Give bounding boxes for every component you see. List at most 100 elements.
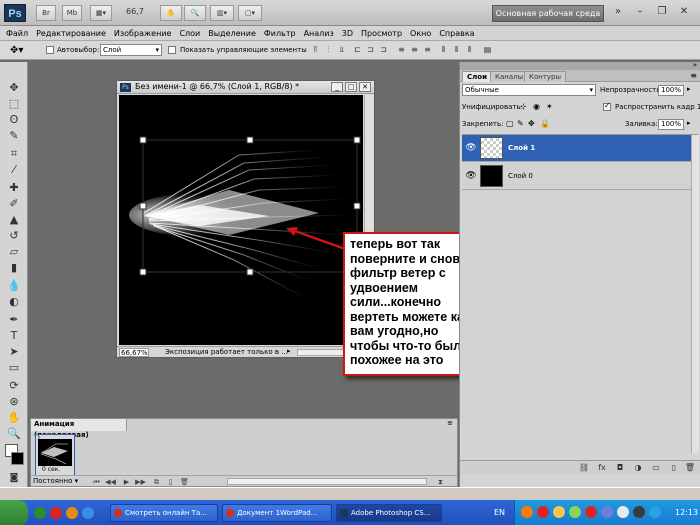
eye-icon[interactable]: 👁 <box>465 143 477 153</box>
dodge-tool-icon[interactable]: ◐ <box>5 294 23 310</box>
zoom-tool-icon[interactable]: 🔍 <box>5 426 23 442</box>
blur-tool-icon[interactable]: 💧 <box>5 278 23 294</box>
menu-view[interactable]: Просмотр <box>361 29 402 38</box>
firefox-icon[interactable] <box>66 507 78 519</box>
mini-bridge-button[interactable]: Mb <box>62 5 82 21</box>
tab-channels[interactable]: Каналы <box>490 71 529 82</box>
layer-row-0[interactable]: 👁 Слой 0 <box>462 163 697 190</box>
tray-icon[interactable] <box>553 506 565 518</box>
clone-stamp-tool-icon[interactable]: ▲ <box>5 212 23 228</box>
distribute-top-icon[interactable]: ≡ <box>396 45 407 55</box>
menu-analysis[interactable]: Анализ <box>304 29 334 38</box>
convert-timeline-icon[interactable]: ⧗ <box>435 477 446 487</box>
eraser-tool-icon[interactable]: ▱ <box>5 244 23 260</box>
layer-row-1[interactable]: 👁 Слой 1 <box>462 135 697 162</box>
layer-style-icon[interactable]: fx <box>596 463 608 473</box>
tray-icon[interactable] <box>601 506 613 518</box>
taskbar-task-video[interactable]: Смотреть онлайн Та... <box>110 504 218 522</box>
tab-layers[interactable]: Слои <box>462 71 492 82</box>
hand-tool-button[interactable]: ✋ <box>160 5 182 21</box>
animation-frame-1[interactable]: 1 0 сек. <box>35 434 75 476</box>
menu-window[interactable]: Окно <box>410 29 431 38</box>
language-indicator[interactable]: EN <box>494 508 505 517</box>
browser-icon[interactable] <box>82 507 94 519</box>
distribute-left-icon[interactable]: ⦀ <box>438 45 449 55</box>
arrow-left-icon[interactable]: » <box>610 4 626 20</box>
align-top-icon[interactable]: ⫪ <box>310 45 321 55</box>
menu-filter[interactable]: Фильтр <box>264 29 296 38</box>
shape-tool-icon[interactable]: ▭ <box>5 360 23 376</box>
panel-menu-icon[interactable]: ≡ <box>447 419 453 427</box>
align-vcenter-icon[interactable]: ⫶ <box>323 45 334 55</box>
loop-select[interactable]: Постоянно ▾ <box>33 477 78 485</box>
new-layer-icon[interactable]: ▯ <box>668 463 680 473</box>
close-icon[interactable]: ✕ <box>676 4 692 20</box>
3d-rotate-tool-icon[interactable]: ⟳ <box>5 378 23 394</box>
eye-icon[interactable]: 👁 <box>465 171 477 181</box>
background-color-swatch[interactable] <box>11 452 24 465</box>
history-brush-tool-icon[interactable]: ↺ <box>5 228 23 244</box>
taskbar-task-wordpad[interactable]: Документ 1WordPad... <box>222 504 332 522</box>
collapse-panel-icon[interactable]: » <box>693 61 697 69</box>
arrange-documents-button[interactable]: ▥▾ <box>210 5 234 21</box>
first-frame-icon[interactable]: ⏮ <box>91 477 102 487</box>
zoom-tool-button[interactable]: 🔍 <box>184 5 206 21</box>
quicklaunch-icon[interactable] <box>34 507 46 519</box>
tray-icon[interactable] <box>617 506 629 518</box>
menu-edit[interactable]: Редактирование <box>36 29 106 38</box>
distribute-vcenter-icon[interactable]: ≡ <box>409 45 420 55</box>
align-right-icon[interactable]: ⊐ <box>378 45 389 55</box>
autoselect-target-select[interactable]: Слой ▾ <box>100 44 162 56</box>
bridge-button[interactable]: Br <box>36 5 56 21</box>
tray-icon[interactable] <box>521 506 533 518</box>
marquee-tool-icon[interactable]: ⬚ <box>5 96 23 112</box>
auto-align-icon[interactable]: ▤ <box>482 45 493 55</box>
tray-icon[interactable] <box>649 506 661 518</box>
menu-image[interactable]: Изображение <box>114 29 172 38</box>
play-icon[interactable]: ▶ <box>121 477 132 487</box>
gradient-tool-icon[interactable]: ▮ <box>5 260 23 276</box>
menu-3d[interactable]: 3D <box>342 29 353 38</box>
panel-menu-icon[interactable]: ≡ <box>690 71 697 80</box>
tab-paths[interactable]: Контуры <box>524 71 567 82</box>
maximize-icon[interactable]: □ <box>345 82 357 92</box>
next-frame-icon[interactable]: ▶▶ <box>135 477 146 487</box>
type-tool-icon[interactable]: T <box>5 328 23 344</box>
animation-tab[interactable]: Анимация (покадровая) <box>31 419 127 439</box>
view-extras-button[interactable]: ▦▾ <box>90 5 112 21</box>
path-select-tool-icon[interactable]: ➤ <box>5 344 23 360</box>
menu-select[interactable]: Выделение <box>208 29 256 38</box>
minimize-icon[interactable]: – <box>632 4 648 20</box>
close-icon[interactable]: ✕ <box>359 82 371 92</box>
autoselect-checkbox[interactable] <box>46 46 54 56</box>
zoom-field[interactable]: 66,67% <box>119 348 149 357</box>
tray-icon[interactable] <box>569 506 581 518</box>
delete-frame-icon[interactable]: 🗑 <box>179 477 190 487</box>
status-menu-arrow-icon[interactable]: ▸ <box>287 347 291 355</box>
frame-delay[interactable]: 0 сек. <box>42 466 60 473</box>
lock-pixels-icon[interactable]: ✎ <box>517 119 524 128</box>
opera-icon[interactable] <box>50 507 62 519</box>
frames-scrollbar[interactable] <box>227 478 427 485</box>
unify-visibility-icon[interactable]: ◉ <box>533 102 540 111</box>
fill-slider-arrow-icon[interactable]: ▸ <box>687 119 691 127</box>
opacity-slider-arrow-icon[interactable]: ▸ <box>687 85 691 93</box>
move-tool-preset-icon[interactable]: ✥▾ <box>10 45 23 56</box>
trash-icon[interactable]: 🗑 <box>684 463 696 473</box>
distribute-right-icon[interactable]: ⦀ <box>464 45 475 55</box>
align-left-icon[interactable]: ⊏ <box>352 45 363 55</box>
tray-icon[interactable] <box>537 506 549 518</box>
propagate-frame-checkbox[interactable]: ✓ <box>603 101 611 113</box>
pen-tool-icon[interactable]: ✒ <box>5 312 23 328</box>
minimize-icon[interactable]: _ <box>331 82 343 92</box>
crop-tool-icon[interactable]: ⌗ <box>5 146 23 162</box>
quick-select-tool-icon[interactable]: ✎ <box>5 128 23 144</box>
prev-frame-icon[interactable]: ◀◀ <box>105 477 116 487</box>
show-controls-checkbox[interactable] <box>168 46 176 56</box>
unify-position-icon[interactable]: ⊹ <box>520 102 527 111</box>
3d-orbit-tool-icon[interactable]: ⊛ <box>5 394 23 410</box>
unify-style-icon[interactable]: ✶ <box>546 102 553 111</box>
quick-mask-icon[interactable]: ◙ <box>5 470 23 486</box>
clock[interactable]: 12:13 <box>675 508 698 517</box>
hand-tool-icon[interactable]: ✋ <box>5 410 23 426</box>
